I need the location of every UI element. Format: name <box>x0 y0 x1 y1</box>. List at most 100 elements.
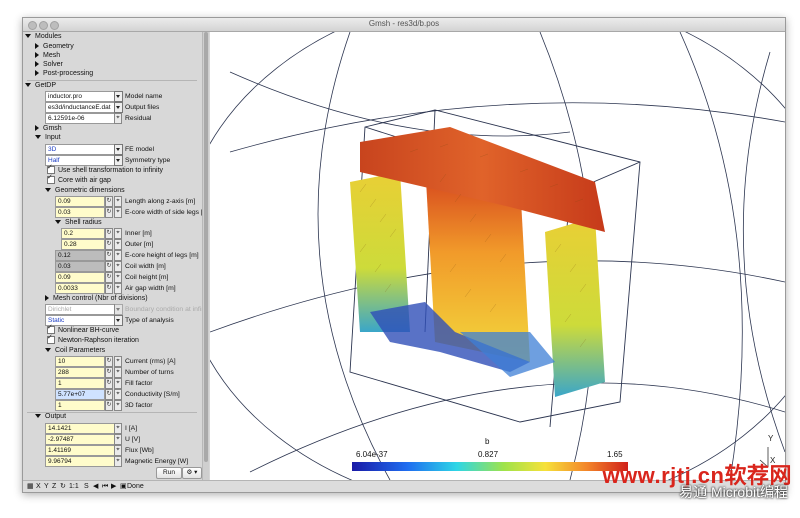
tree-geometric-dimensions[interactable]: Geometric dimensions <box>45 186 125 196</box>
loop-icon[interactable]: ↻ <box>105 196 113 207</box>
scrollbar-thumb[interactable] <box>204 32 208 462</box>
tree-getdp[interactable]: GetDP <box>25 81 56 91</box>
air-gap-field[interactable]: 0.0033 <box>55 283 105 294</box>
loop-icon[interactable]: ↻ <box>105 367 113 378</box>
loop-icon[interactable]: ↻ <box>105 378 113 389</box>
loop-icon[interactable]: ↻ <box>105 272 113 283</box>
graph-icon[interactable]: ⌖ <box>114 250 122 261</box>
expand-icon[interactable] <box>35 414 41 419</box>
symmetry-select[interactable]: Half <box>45 155 115 166</box>
fe-model-select[interactable]: 3D <box>45 144 115 155</box>
tree-input[interactable]: Input <box>35 133 61 143</box>
ecore-width-field[interactable]: 0.03 <box>55 207 105 218</box>
select-button[interactable]: S <box>84 482 89 492</box>
rotate-icon[interactable]: ↻ <box>60 482 66 492</box>
graph-icon[interactable]: ⌖ <box>114 389 122 400</box>
model-name-select[interactable]: inductor.pro <box>45 91 115 102</box>
collapse-icon[interactable] <box>35 125 39 132</box>
collapse-icon[interactable] <box>45 295 49 302</box>
expand-icon[interactable] <box>35 135 41 140</box>
graph-icon[interactable]: ⌖ <box>114 434 122 445</box>
output-energy-field[interactable]: 9.96794 <box>45 456 115 467</box>
ecore-height-field[interactable]: 0.12 <box>55 250 105 261</box>
factor-3d-field[interactable]: 1 <box>55 400 105 411</box>
graph-icon[interactable]: ⌖ <box>114 423 122 434</box>
tree-mesh-control[interactable]: Mesh control (Nbr of divisions) <box>45 294 148 304</box>
coil-height-field[interactable]: 0.09 <box>55 272 105 283</box>
newton-checkbox[interactable]: Newton-Raphson iteration <box>47 333 139 346</box>
stop-icon[interactable]: ▣ <box>120 482 127 492</box>
loop-icon[interactable]: ↻ <box>105 207 113 218</box>
analysis-dropdown-icon[interactable] <box>114 315 123 326</box>
loop-icon[interactable]: ↻ <box>105 261 113 272</box>
run-button[interactable]: Run <box>156 467 182 479</box>
graph-icon[interactable]: ⌖ <box>114 113 122 124</box>
graph-icon[interactable]: ⌖ <box>114 445 122 456</box>
graph-icon[interactable]: ⌖ <box>114 378 122 389</box>
tree-postprocessing[interactable]: Post-processing <box>35 69 93 79</box>
core-air-gap-checkbox[interactable]: Core with air gap <box>47 173 111 186</box>
loop-icon[interactable]: ↻ <box>105 228 113 239</box>
step-forward-icon[interactable]: ▶ <box>111 482 116 492</box>
outer-radius-field[interactable]: 0.28 <box>61 239 105 250</box>
loop-icon[interactable]: ↻ <box>105 400 113 411</box>
graph-icon[interactable]: ⌖ <box>114 283 122 294</box>
collapse-icon[interactable] <box>35 52 39 59</box>
nonlinear-checkbox[interactable]: Nonlinear BH-curve <box>47 323 119 336</box>
fe-model-dropdown-icon[interactable] <box>114 144 123 155</box>
collapse-icon[interactable] <box>35 61 39 68</box>
graph-icon[interactable]: ⌖ <box>114 207 122 218</box>
output-flux-field[interactable]: 1.41169 <box>45 445 115 456</box>
output-i-field[interactable]: 14.1421 <box>45 423 115 434</box>
output-files-select[interactable]: es3d/inductanceE.dat <box>45 102 115 113</box>
tree-output[interactable]: Output <box>35 412 66 422</box>
tree-modules[interactable]: Modules <box>25 32 61 42</box>
loop-icon[interactable]: ↻ <box>105 389 113 400</box>
expand-icon[interactable] <box>55 220 61 225</box>
boundary-dropdown-icon[interactable] <box>114 304 123 315</box>
symmetry-dropdown-icon[interactable] <box>114 155 123 166</box>
collapse-icon[interactable] <box>35 43 39 50</box>
residual-field[interactable]: 6.12591e-06 <box>45 113 115 124</box>
gear-menu-button[interactable]: ⚙ ▾ <box>182 467 202 479</box>
expand-icon[interactable] <box>45 188 51 193</box>
checkbox-icon[interactable] <box>47 173 55 185</box>
boundary-select[interactable]: Dirichlet <box>45 304 115 315</box>
length-z-field[interactable]: 0.09 <box>55 196 105 207</box>
graph-icon[interactable]: ⌖ <box>114 272 122 283</box>
loop-icon[interactable]: ↻ <box>105 356 113 367</box>
expand-icon[interactable] <box>25 34 31 39</box>
loop-icon[interactable]: ↻ <box>105 283 113 294</box>
graph-icon[interactable]: ⌖ <box>114 239 122 250</box>
graph-icon[interactable]: ⌖ <box>114 196 122 207</box>
coil-width-field[interactable]: 0.03 <box>55 261 105 272</box>
tree-shell-radius[interactable]: Shell radius <box>55 218 102 228</box>
output-files-dropdown-icon[interactable] <box>114 102 123 113</box>
model-name-dropdown-icon[interactable] <box>114 91 123 102</box>
inner-radius-field[interactable]: 0.2 <box>61 228 105 239</box>
tree-coil-parameters[interactable]: Coil Parameters <box>45 346 105 356</box>
grid-icon[interactable]: ▦ <box>27 482 34 492</box>
graphics-viewport[interactable]: b 6.04e-37 0.827 1.65 Y X <box>210 32 785 480</box>
graph-icon[interactable]: ⌖ <box>114 261 122 272</box>
loop-icon[interactable]: ↻ <box>105 250 113 261</box>
loop-icon[interactable]: ↻ <box>105 239 113 250</box>
play-icon[interactable]: ◀ <box>93 482 98 492</box>
graph-icon[interactable]: ⌖ <box>114 356 122 367</box>
graph-icon[interactable]: ⌖ <box>114 400 122 411</box>
current-field[interactable]: 10 <box>55 356 105 367</box>
step-back-icon[interactable]: ⏮ <box>102 482 108 492</box>
analysis-select[interactable]: Static <box>45 315 115 326</box>
output-u-field[interactable]: -2.97487 <box>45 434 115 445</box>
view-x-button[interactable]: X <box>36 482 41 492</box>
graph-icon[interactable]: ⌖ <box>114 228 122 239</box>
graph-icon[interactable]: ⌖ <box>114 367 122 378</box>
checkbox-icon[interactable] <box>47 333 55 345</box>
conductivity-field[interactable]: 5.77e+07 <box>55 389 105 400</box>
fill-factor-field[interactable]: 1 <box>55 378 105 389</box>
expand-icon[interactable] <box>45 348 51 353</box>
shell-transform-checkbox[interactable]: Use shell transformation to infinity <box>47 163 163 176</box>
expand-icon[interactable] <box>25 83 31 88</box>
turns-field[interactable]: 288 <box>55 367 105 378</box>
graph-icon[interactable]: ⌖ <box>114 456 122 467</box>
